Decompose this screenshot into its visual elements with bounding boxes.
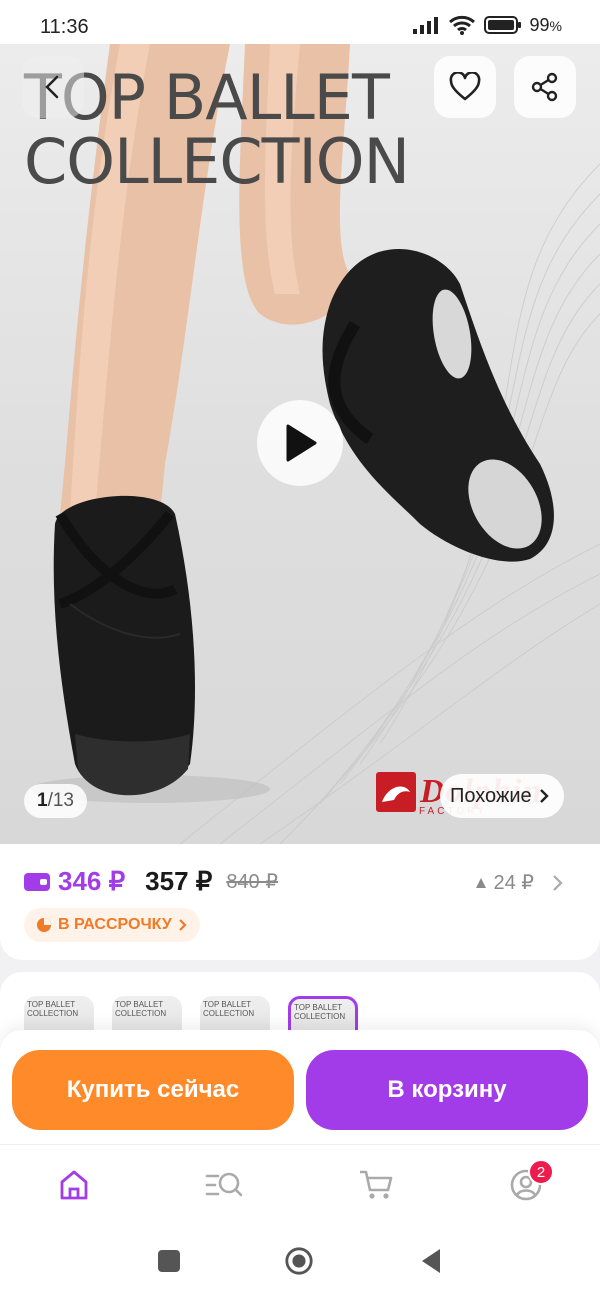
price-section: 346 ₽ 357 ₽ 840 ₽ 24 ₽ В РАССРОЧКУ [0, 844, 600, 960]
wallet-icon [24, 872, 50, 891]
purchase-action-bar: Купить сейчас В корзину [0, 1030, 600, 1144]
regular-price: 357 ₽ [145, 866, 213, 896]
share-button[interactable] [514, 56, 576, 118]
price-history-link[interactable]: 24 ₽ [475, 870, 564, 895]
status-icons: 99% [412, 14, 562, 36]
recent-apps-button[interactable] [154, 1246, 184, 1276]
chevron-right-icon [179, 919, 187, 931]
play-icon [286, 424, 317, 462]
buy-now-button[interactable]: Купить сейчас [12, 1050, 294, 1130]
add-to-cart-button[interactable]: В корзину [306, 1050, 588, 1130]
product-image-gallery[interactable]: TOP BALLET COLLECTION 1 /13 Похожие [0, 44, 600, 844]
system-navigation-bar [0, 1228, 600, 1299]
back-system-button[interactable] [416, 1246, 446, 1276]
chevron-left-icon [45, 75, 59, 99]
share-icon [531, 72, 558, 102]
tab-catalog[interactable] [204, 1165, 244, 1205]
status-bar: 11:36 99% [0, 0, 600, 44]
chevron-right-icon [553, 874, 563, 891]
circle-icon [285, 1247, 313, 1275]
catalog-search-icon [205, 1172, 243, 1197]
bottom-tab-bar: 2 [0, 1144, 600, 1228]
installment-button[interactable]: В РАССРОЧКУ [24, 908, 200, 942]
cart-icon [360, 1170, 393, 1199]
profile-notification-badge: 2 [528, 1159, 554, 1185]
home-icon [60, 1170, 88, 1200]
battery-percent: 99% [529, 14, 562, 35]
product-page: 11:36 99% TOP BALLET COLLECTION 1 /13 По… [0, 0, 600, 1299]
pie-chart-icon [37, 918, 51, 932]
triangle-back-icon [422, 1249, 440, 1273]
play-video-button[interactable] [257, 400, 343, 486]
price-row: 346 ₽ 357 ₽ 840 ₽ [24, 866, 278, 897]
back-button[interactable] [22, 56, 84, 118]
old-price: 840 ₽ [226, 871, 278, 893]
home-system-button[interactable] [284, 1246, 314, 1276]
chevron-right-icon [539, 789, 549, 803]
signal-icon [412, 17, 438, 34]
triangle-up-icon [476, 877, 487, 888]
battery-icon [483, 16, 521, 34]
tab-cart[interactable] [356, 1165, 396, 1205]
tab-home[interactable] [54, 1165, 94, 1205]
wallet-price: 346 ₽ [58, 866, 126, 896]
status-time: 11:36 [40, 16, 89, 38]
heart-icon [449, 72, 481, 101]
square-icon [158, 1250, 180, 1272]
favorite-button[interactable] [434, 56, 496, 118]
dolphin-logo-icon [376, 772, 416, 812]
wifi-icon [448, 15, 475, 35]
similar-products-button[interactable]: Похожие [440, 774, 564, 818]
image-counter: 1/13 [24, 784, 87, 818]
